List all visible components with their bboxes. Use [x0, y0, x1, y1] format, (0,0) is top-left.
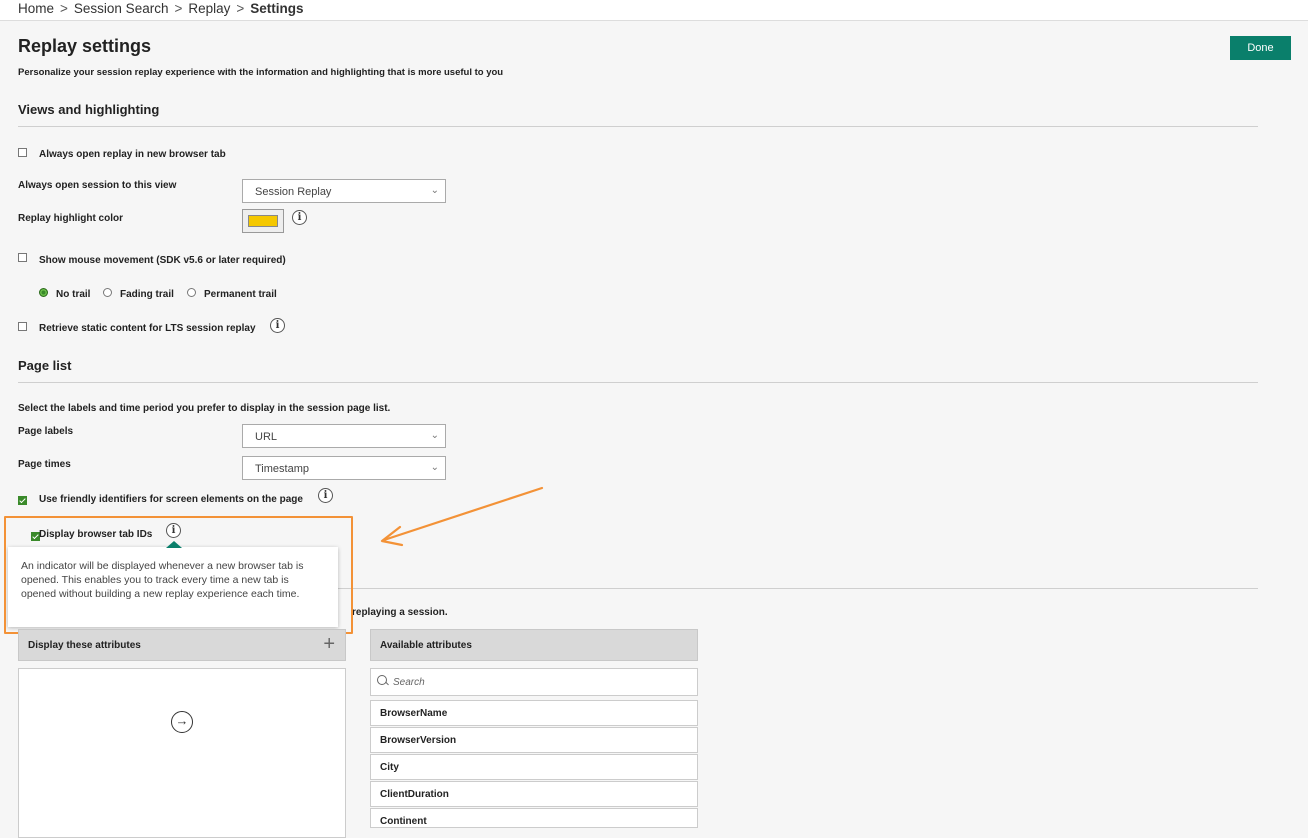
breadcrumb-separator: >	[174, 1, 183, 16]
section-title-page-list: Page list	[18, 358, 72, 373]
arrow-right-circle-icon[interactable]: →	[171, 711, 193, 733]
add-icon[interactable]: +	[323, 633, 335, 656]
static-content-checkbox[interactable]	[18, 322, 27, 331]
annotation-arrow-icon	[380, 486, 544, 547]
mouse-movement-checkbox[interactable]	[18, 253, 27, 262]
page-times-value: Timestamp	[255, 463, 309, 475]
trail-label-none: No trail	[56, 289, 91, 300]
breadcrumb-replay[interactable]: Replay	[188, 1, 230, 16]
page-title: Replay settings	[18, 36, 152, 56]
page-list-description: Select the labels and time period you pr…	[18, 403, 391, 414]
search-icon	[377, 675, 387, 685]
chevron-down-icon: ⌄	[430, 462, 439, 473]
info-icon[interactable]: i	[270, 318, 285, 333]
friendly-identifiers-checkbox[interactable]	[18, 496, 27, 505]
trail-radio-fading[interactable]	[103, 288, 112, 297]
open-new-tab-checkbox[interactable]	[18, 148, 27, 157]
highlight-color-swatch	[248, 215, 278, 227]
breadcrumb-home[interactable]: Home	[18, 1, 54, 16]
display-attributes-header: Display these attributes +	[18, 629, 346, 661]
breadcrumb-separator: >	[236, 1, 245, 16]
page-times-select[interactable]: Timestamp ⌄	[242, 456, 446, 480]
section-divider	[18, 382, 1258, 383]
page-times-label: Page times	[18, 459, 71, 470]
friendly-identifiers-label: Use friendly identifiers for screen elem…	[39, 494, 303, 505]
display-attributes-list	[18, 668, 346, 838]
available-attributes-header: Available attributes	[370, 629, 698, 661]
breadcrumb-separator: >	[60, 1, 68, 16]
attribute-search-placeholder: Search	[393, 677, 425, 688]
done-button[interactable]: Done	[1230, 36, 1291, 60]
section-divider	[18, 126, 1258, 127]
open-view-select[interactable]: Session Replay ⌄	[242, 179, 446, 203]
breadcrumb-current: Settings	[250, 1, 304, 16]
open-new-tab-label: Always open replay in new browser tab	[39, 149, 226, 160]
highlight-color-label: Replay highlight color	[18, 213, 124, 224]
highlight-color-picker[interactable]	[242, 209, 284, 233]
attribute-item[interactable]: BrowserVersion	[370, 727, 698, 753]
annotation-highlight-box	[4, 516, 353, 634]
attribute-item[interactable]: BrowserName	[370, 700, 698, 726]
page-labels-value: URL	[255, 431, 278, 443]
attributes-description-tail: replaying a session.	[352, 607, 448, 618]
mouse-movement-label: Show mouse movement (SDK v5.6 or later r…	[39, 255, 286, 266]
trail-label-permanent: Permanent trail	[204, 289, 277, 300]
breadcrumb-session-search[interactable]: Session Search	[74, 1, 169, 16]
open-view-label: Always open session to this view	[18, 180, 177, 191]
info-icon[interactable]: i	[318, 488, 333, 503]
section-title-views: Views and highlighting	[18, 102, 160, 117]
attribute-item[interactable]: ClientDuration	[370, 781, 698, 807]
chevron-down-icon: ⌄	[430, 430, 439, 441]
page-subtitle: Personalize your session replay experien…	[18, 67, 504, 78]
breadcrumb: Home > Session Search > Replay > Settings	[18, 1, 304, 16]
page-labels-select[interactable]: URL ⌄	[242, 424, 446, 448]
trail-label-fading: Fading trail	[120, 289, 174, 300]
attribute-item[interactable]: Continent	[370, 808, 698, 828]
attribute-search-input[interactable]: Search	[370, 668, 698, 696]
open-view-value: Session Replay	[255, 186, 332, 198]
info-icon[interactable]: i	[292, 210, 307, 225]
static-content-label: Retrieve static content for LTS session …	[39, 323, 256, 334]
chevron-down-icon: ⌄	[430, 185, 439, 196]
display-attributes-title: Display these attributes	[28, 640, 141, 651]
attribute-item[interactable]: City	[370, 754, 698, 780]
trail-radio-permanent[interactable]	[187, 288, 196, 297]
page-labels-label: Page labels	[18, 426, 74, 437]
trail-radio-none[interactable]	[39, 288, 48, 297]
